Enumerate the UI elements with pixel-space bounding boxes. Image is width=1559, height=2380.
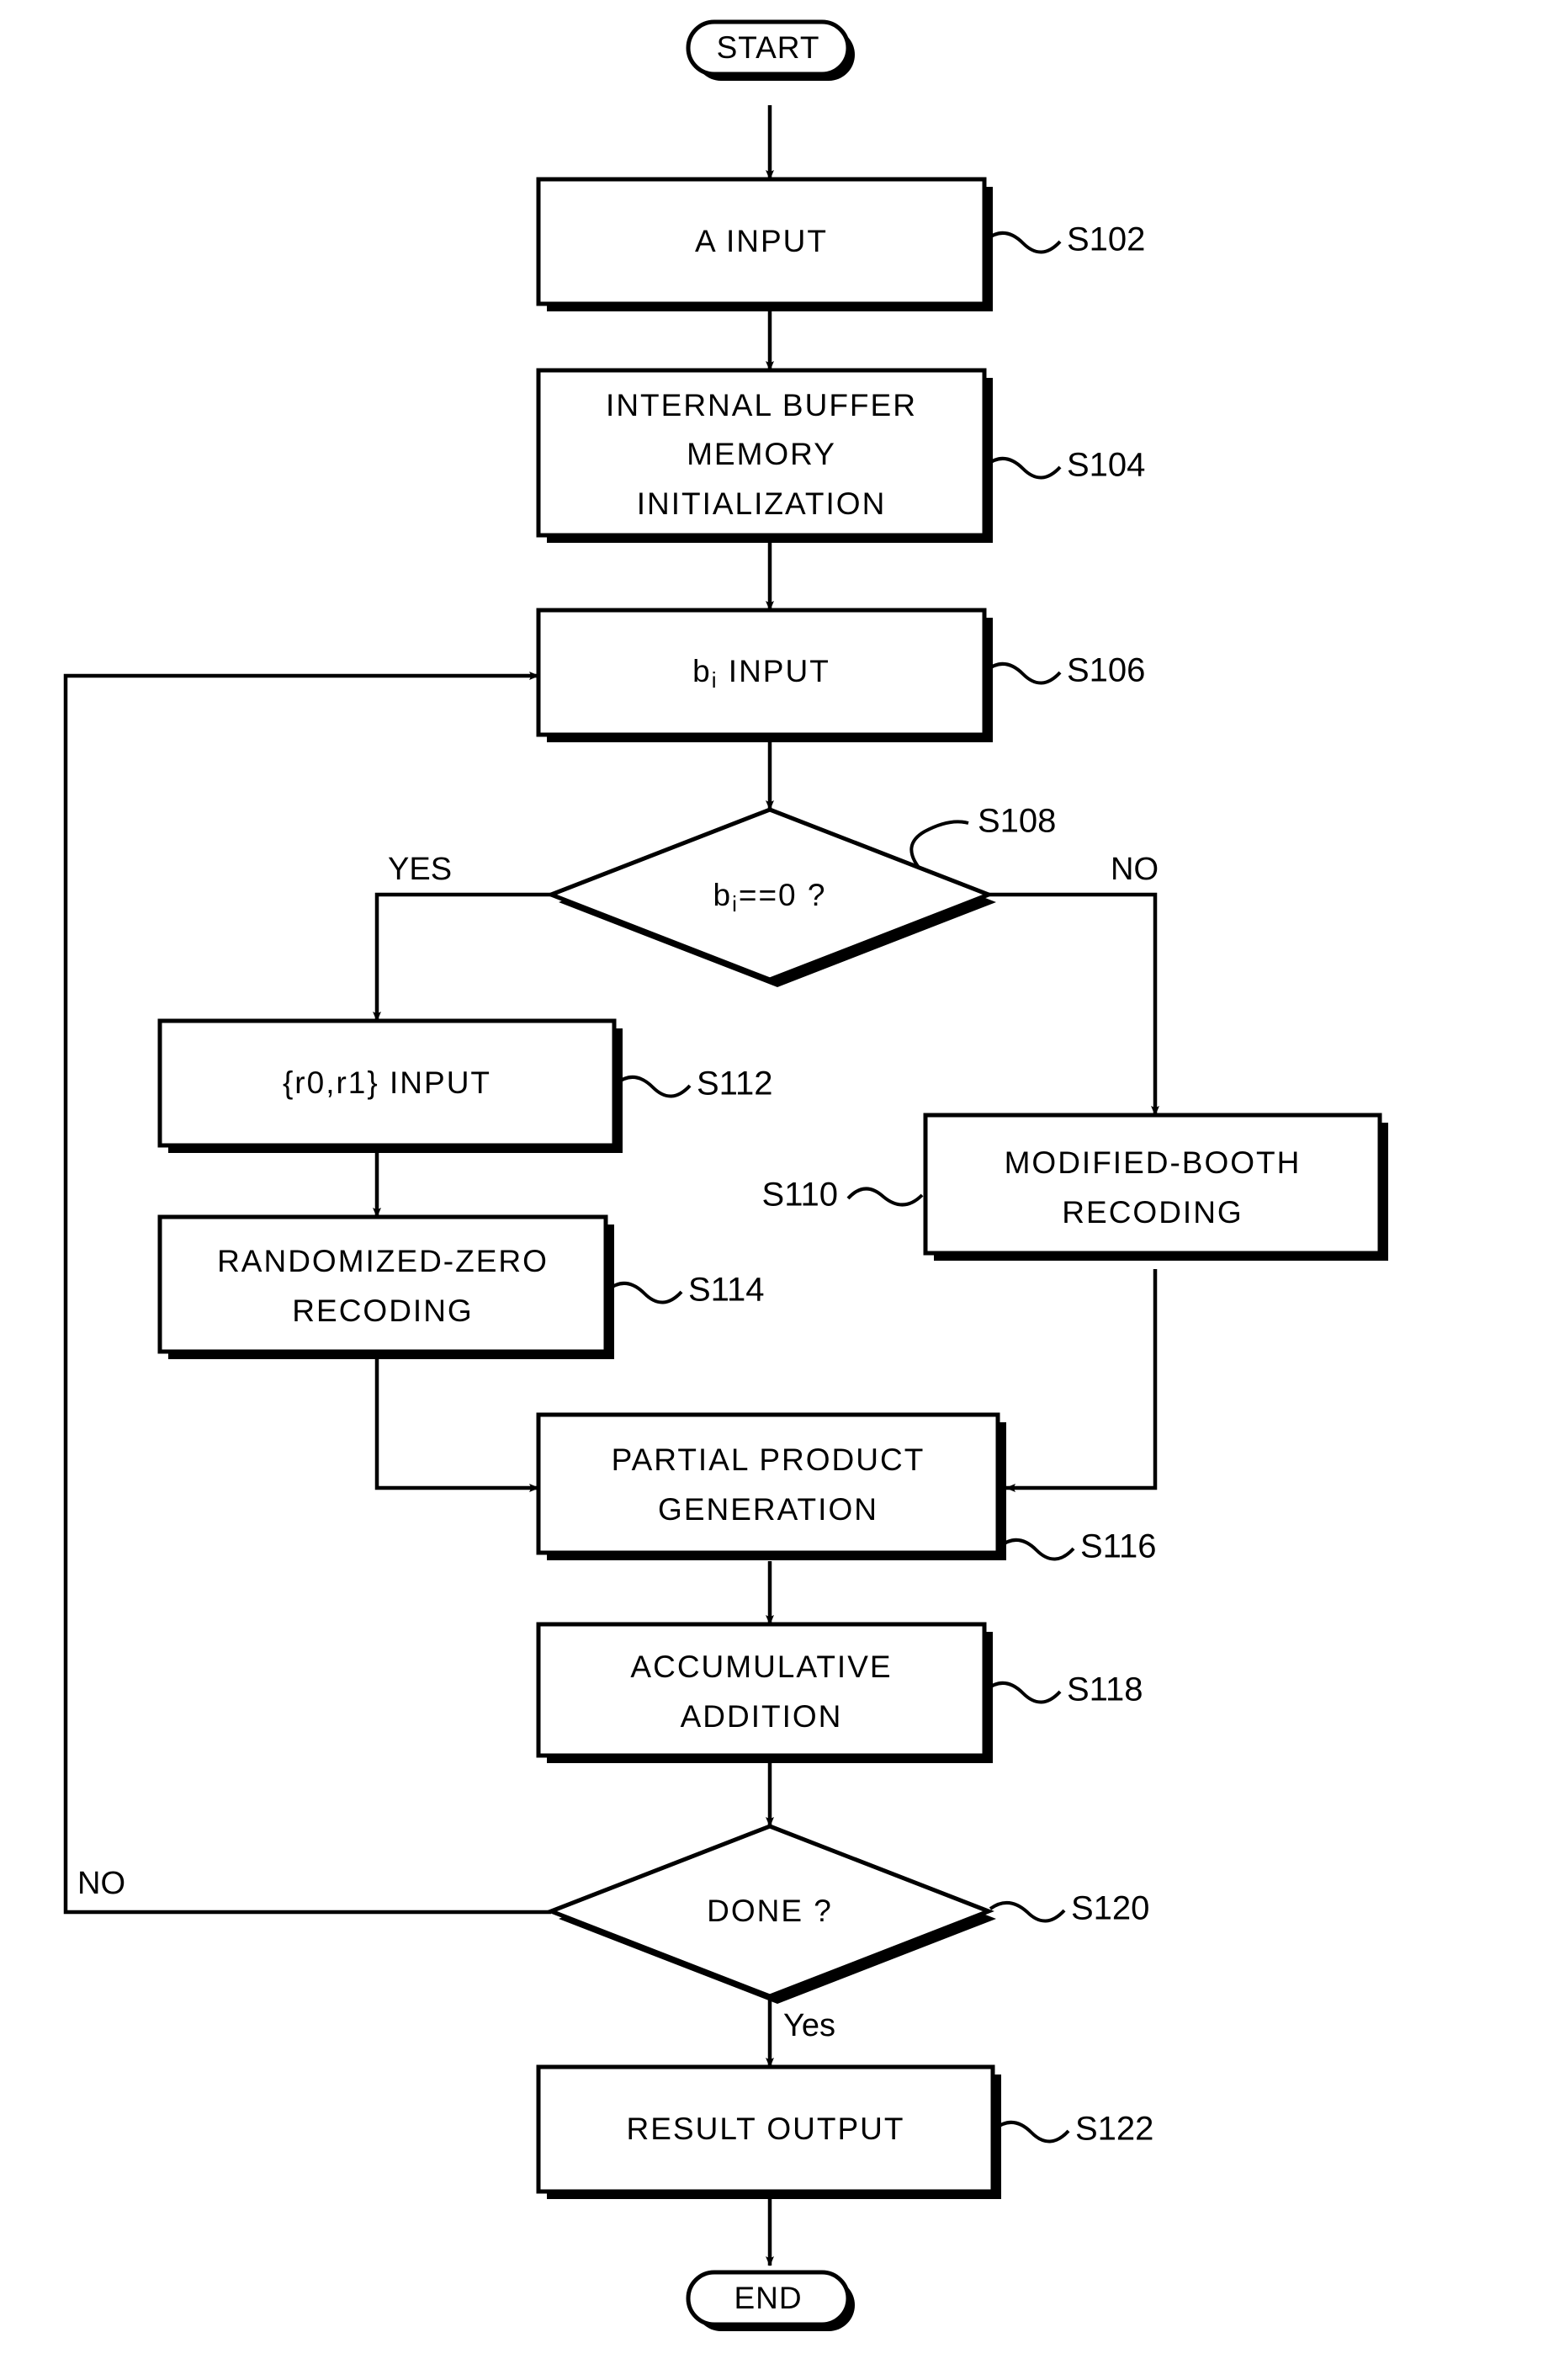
s122-label: RESULT OUTPUT [627, 2112, 905, 2146]
s118-label-line1: ACCUMULATIVE [630, 1650, 892, 1684]
flowchart-svg: START A INPUT S102 INTERNAL BUFFER MEMOR… [63, 19, 1388, 2331]
s110-label-line1: MODIFIED-BOOTH [1005, 1145, 1302, 1180]
s120-leader [989, 1901, 1066, 1923]
node-s106[interactable]: bi INPUT [536, 608, 993, 742]
edge-s108-no-to-s110 [989, 892, 1159, 1116]
s114-ref-label: S114 [688, 1272, 764, 1309]
s108-label-sub: i [732, 891, 739, 916]
end-label: END [734, 2281, 802, 2315]
s122-ref-label: S122 [1075, 2111, 1153, 2148]
node-s120[interactable]: DONE ? [545, 1824, 996, 2004]
ref-s104: S104 [984, 447, 1145, 484]
s116-shape [536, 1412, 1000, 1555]
s104-label-line3: INITIALIZATION [637, 486, 887, 521]
s108-no-label: NO [1111, 852, 1159, 887]
s106-ref-label: S106 [1067, 652, 1145, 689]
s108-yes-label: YES [388, 852, 452, 887]
ref-s122: S122 [993, 2111, 1153, 2148]
s114-label-line1: RANDOMIZED-ZERO [217, 1244, 549, 1278]
edge-s114-to-s116 [374, 1348, 539, 1492]
s102-leader [984, 231, 1062, 254]
node-start[interactable]: START [686, 19, 855, 81]
s104-label-line1: INTERNAL BUFFER [606, 388, 917, 422]
edge-s110-to-s116 [1005, 1269, 1158, 1492]
ref-s112: S112 [614, 1065, 772, 1102]
s102-label: A INPUT [695, 224, 828, 258]
s106-leader [984, 662, 1062, 685]
s122-leader [993, 2121, 1070, 2144]
ref-s108: S108 [909, 803, 1056, 870]
s114-label-line2: RECODING [292, 1294, 473, 1328]
s120-no-label: NO [77, 1866, 125, 1901]
s106-label-tail: INPUT [719, 654, 830, 688]
s118-leader [984, 1681, 1062, 1704]
s108-label: bi==0 ? [713, 878, 826, 916]
node-s116[interactable]: PARTIAL PRODUCT GENERATION [536, 1412, 1006, 1560]
s104-ref-label: S104 [1067, 447, 1145, 484]
start-label: START [717, 30, 820, 65]
s104-leader [984, 457, 1062, 480]
s118-shape [536, 1622, 987, 1758]
s108-label-tail: ==0 ? [739, 878, 827, 912]
s114-shape [157, 1214, 608, 1354]
ref-s118: S118 [984, 1671, 1143, 1708]
s108-ref-label: S108 [978, 803, 1056, 840]
node-s118[interactable]: ACCUMULATIVE ADDITION [536, 1622, 993, 1763]
s108-leader [909, 820, 969, 870]
s120-ref-label: S120 [1071, 1890, 1149, 1927]
ref-s114: S114 [606, 1272, 764, 1309]
s110-leader [846, 1187, 924, 1207]
s116-label-line1: PARTIAL PRODUCT [612, 1442, 925, 1477]
ref-s120: S120 [989, 1890, 1149, 1927]
s120-label: DONE ? [707, 1894, 833, 1928]
node-s114[interactable]: RANDOMIZED-ZERO RECODING [157, 1214, 614, 1359]
node-s110[interactable]: MODIFIED-BOOTH RECODING [923, 1113, 1388, 1261]
ref-s102: S102 [984, 221, 1145, 258]
node-s112[interactable]: {r0,r1} INPUT [157, 1018, 623, 1153]
flowchart-canvas: START A INPUT S102 INTERNAL BUFFER MEMOR… [0, 0, 1559, 2380]
s116-ref-label: S116 [1080, 1528, 1156, 1565]
s118-ref-label: S118 [1067, 1671, 1143, 1708]
s106-label-main: b [692, 654, 712, 688]
ref-s106: S106 [984, 652, 1145, 689]
s116-leader [998, 1538, 1075, 1561]
s108-label-main: b [713, 878, 732, 912]
s112-ref-label: S112 [697, 1065, 772, 1102]
node-s122[interactable]: RESULT OUTPUT [536, 2064, 1001, 2199]
s112-leader [614, 1076, 692, 1098]
s116-label-line2: GENERATION [658, 1492, 878, 1527]
node-s102[interactable]: A INPUT [536, 177, 993, 311]
s104-label-line2: MEMORY [687, 437, 836, 471]
ref-s116: S116 [998, 1528, 1156, 1565]
s110-shape [923, 1113, 1382, 1256]
node-s104[interactable]: INTERNAL BUFFER MEMORY INITIALIZATION [536, 368, 993, 543]
s118-label-line2: ADDITION [681, 1699, 843, 1734]
s110-label-line2: RECODING [1062, 1195, 1243, 1230]
s120-yes-label: Yes [783, 2008, 835, 2043]
ref-s110: S110 [762, 1177, 924, 1214]
edge-s108-yes-to-s112 [373, 892, 551, 1022]
s106-label-sub: i [712, 667, 719, 693]
node-s108[interactable]: bi==0 ? [545, 807, 996, 987]
s102-ref-label: S102 [1067, 221, 1145, 258]
s114-leader [606, 1282, 683, 1304]
node-end[interactable]: END [686, 2270, 855, 2331]
s110-ref-label: S110 [762, 1177, 838, 1214]
s112-label: {r0,r1} INPUT [283, 1065, 491, 1100]
